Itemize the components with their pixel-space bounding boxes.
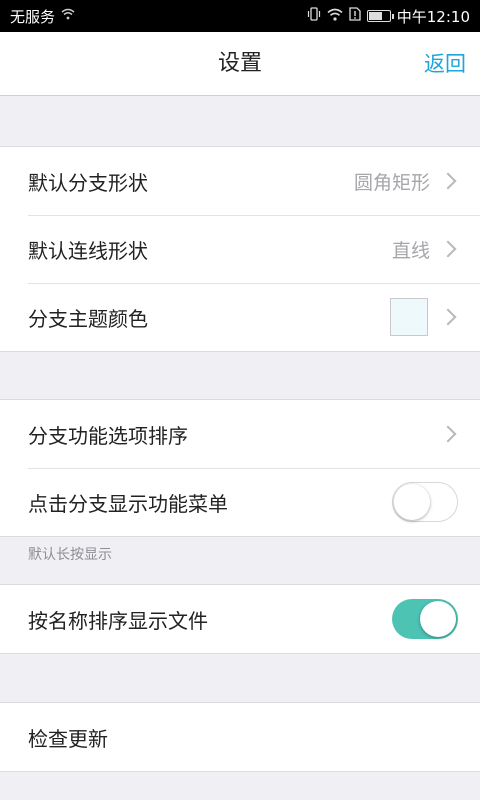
row-label: 按名称排序显示文件 [28, 608, 208, 633]
page-title: 设置 [217, 51, 262, 76]
wifi-signal-icon [327, 8, 343, 25]
row-label: 默认分支形状 [28, 170, 148, 195]
toggle-knob [420, 601, 456, 637]
sim-alert-icon [349, 7, 361, 25]
settings-group-menu: 分支功能选项排序 点击分支显示功能菜单 [0, 399, 480, 537]
clock-text: 中午12:10 [396, 7, 470, 26]
row-label: 点击分支显示功能菜单 [28, 491, 228, 516]
row-click-menu: 点击分支显示功能菜单 [0, 468, 480, 536]
color-swatch [390, 298, 428, 336]
status-left: 无服务 [10, 6, 75, 27]
status-right: 中午12:10 [307, 6, 470, 27]
settings-group-update: 检查更新 [0, 702, 480, 772]
row-value: 圆角矩形 [353, 171, 430, 194]
chevron-right-icon [439, 308, 457, 326]
settings-group-files: 按名称排序显示文件 [0, 584, 480, 654]
nav-bar: 设置 返回 [0, 32, 480, 96]
battery-icon [366, 10, 394, 22]
row-value: 直线 [391, 239, 430, 262]
chevron-right-icon [439, 172, 457, 190]
sort-by-name-toggle[interactable] [392, 599, 458, 639]
back-button[interactable]: 返回 [424, 32, 466, 96]
status-bar: 无服务 中午12:10 [0, 0, 480, 32]
row-sort-by-name: 按名称排序显示文件 [0, 585, 480, 653]
toggle-knob [394, 484, 430, 520]
row-branch-shape[interactable]: 默认分支形状 圆角矩形 [0, 147, 480, 215]
vibrate-icon [307, 7, 321, 25]
click-menu-toggle[interactable] [392, 482, 458, 522]
row-theme-color[interactable]: 分支主题颜色 [0, 283, 480, 351]
row-line-shape[interactable]: 默认连线形状 直线 [0, 215, 480, 283]
row-option-order[interactable]: 分支功能选项排序 [0, 400, 480, 468]
chevron-right-icon [439, 425, 457, 443]
row-label: 检查更新 [28, 726, 108, 751]
row-check-update[interactable]: 检查更新 [0, 703, 480, 771]
chevron-right-icon [439, 240, 457, 258]
wifi-icon [61, 8, 75, 24]
carrier-text: 无服务 [10, 7, 56, 26]
row-label: 分支主题颜色 [28, 306, 148, 331]
row-label: 分支功能选项排序 [28, 423, 188, 448]
row-label: 默认连线形状 [28, 238, 148, 263]
section-note: 默认长按显示 [28, 547, 112, 563]
settings-group-shapes: 默认分支形状 圆角矩形 默认连线形状 直线 分支主题颜色 [0, 146, 480, 352]
